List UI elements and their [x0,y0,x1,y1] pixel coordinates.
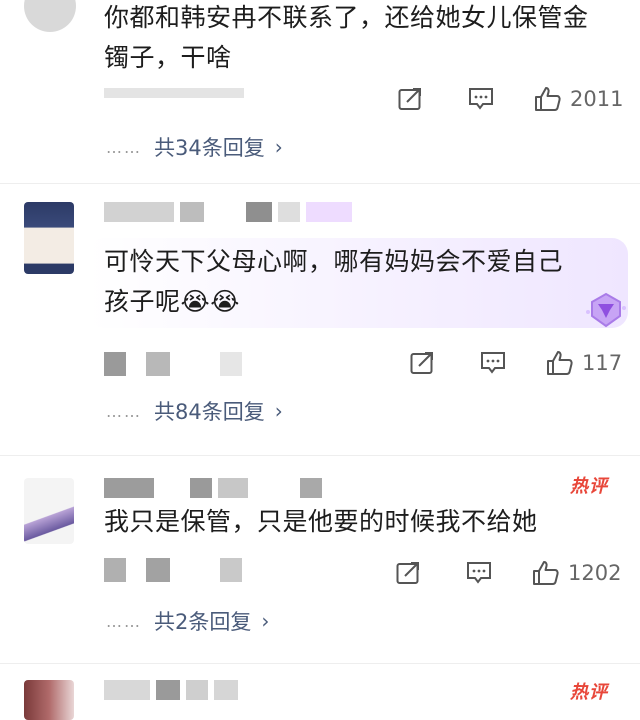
reply-summary[interactable]: …… 共2条回复 › [106,606,269,636]
avatar[interactable] [24,202,74,274]
like-button[interactable]: 117 [546,350,622,376]
reply-summary[interactable]: …… 共34条回复 › [106,132,283,162]
user-name-redacted[interactable] [104,680,238,700]
avatar[interactable] [24,0,76,32]
share-icon [398,88,421,110]
comment-text: 可怜天下父母心啊，哪有妈妈会不爱自己 孩子呢😭😭 [104,242,563,322]
chevron-right-icon: › [261,609,270,633]
comment-text-line: 孩子呢😭😭 [104,287,240,316]
reply-dots: …… [106,401,142,421]
like-count: 117 [582,351,623,375]
like-icon [535,87,561,111]
share-button[interactable] [398,87,424,111]
reply-dots: …… [106,611,142,631]
reply-count-link[interactable]: 共84条回复 [154,396,265,426]
share-button[interactable] [396,561,422,585]
like-button[interactable]: 2011 [534,86,623,112]
comment-text-line: 可怜天下父母心啊，哪有妈妈会不爱自己 [104,247,564,276]
comment-text-line: 你都和韩安冉不联系了，还给她女儿保管金 [104,3,589,32]
like-button[interactable]: 1202 [532,560,621,586]
comment-icon [467,562,491,584]
share-icon [396,562,419,584]
divider [0,183,640,184]
like-icon [547,351,573,375]
reply-count-link[interactable]: 共34条回复 [154,132,265,162]
comment-button[interactable] [466,561,492,585]
comment-actions: 1202 [366,560,621,586]
hot-comment-badge: 热评 [570,476,608,497]
comment-actions: 2011 [368,86,623,112]
like-count: 1202 [568,561,622,585]
comment-icon [481,352,505,374]
comment-meta-redacted [104,352,242,376]
comment-text: 我只是保管，只是他要的时候我不给她 [104,502,538,542]
hot-comment-badge: 热评 [570,682,608,703]
chevron-right-icon: › [274,399,283,423]
comment-meta-redacted [104,88,244,98]
comment-button[interactable] [468,87,494,111]
reply-summary[interactable]: …… 共84条回复 › [106,396,283,426]
gem-badge-icon [586,292,626,328]
comment-icon [469,88,493,110]
avatar[interactable] [24,478,74,544]
share-icon [410,352,433,374]
comment-text-line: 我只是保管，只是他要的时候我不给她 [104,507,538,536]
avatar[interactable] [24,680,74,720]
share-button[interactable] [410,351,436,375]
divider [0,455,640,456]
like-count: 2011 [570,87,624,111]
divider [0,663,640,664]
user-name-redacted[interactable] [104,202,352,222]
comment-button[interactable] [480,351,506,375]
chevron-right-icon: › [274,135,283,159]
comment-actions: 117 [380,350,622,376]
comment-meta-redacted [104,558,242,582]
like-icon [533,561,559,585]
reply-count-link[interactable]: 共2条回复 [154,606,251,636]
reply-dots: …… [106,137,142,157]
comment-text-line: 镯子，干啥 [104,43,232,72]
comment-text: 你都和韩安冉不联系了，还给她女儿保管金 镯子，干啥 [104,0,589,78]
user-name-redacted[interactable] [104,478,322,498]
